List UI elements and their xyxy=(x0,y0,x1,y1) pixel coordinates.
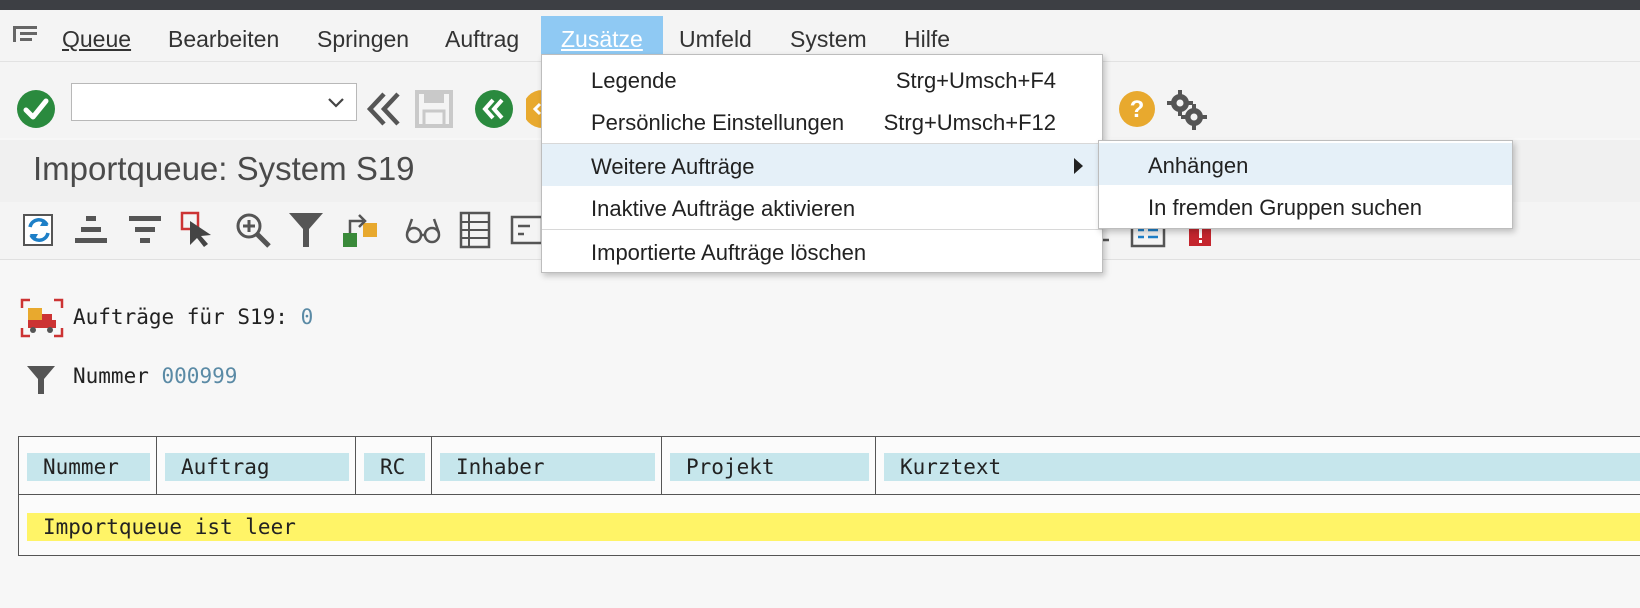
submenu-arrow-icon xyxy=(1074,158,1083,174)
menu-hilfe[interactable]: Hilfe xyxy=(904,26,950,53)
weitere-auftraege-submenu: Anhängen In fremden Gruppen suchen xyxy=(1098,140,1513,229)
menu-item-weitere-auftraege[interactable]: Weitere Aufträge xyxy=(542,144,1102,186)
menu-queue[interactable]: Queue xyxy=(62,26,131,53)
help-icon[interactable]: ? xyxy=(1118,90,1156,128)
menu-list-icon[interactable] xyxy=(12,24,40,46)
column-header-label: Inhaber xyxy=(440,453,655,481)
menu-auftrag[interactable]: Auftrag xyxy=(445,26,519,53)
command-dropdown-icon[interactable] xyxy=(326,92,346,112)
menu-system-label: System xyxy=(790,26,867,52)
menu-item-persoenliche-einstellungen[interactable]: Persönliche Einstellungen Strg+Umsch+F12 xyxy=(542,100,1102,142)
empty-queue-message: Importqueue ist leer xyxy=(27,513,1640,541)
column-header-kurztext[interactable]: Kurztext xyxy=(876,437,1640,495)
requests-label: Aufträge für S19: xyxy=(73,305,288,329)
column-header-label: Auftrag xyxy=(165,453,349,481)
menu-zusaetze-label: Zusätze xyxy=(561,26,643,52)
requests-count-value: 0 xyxy=(300,305,314,329)
refresh-icon[interactable] xyxy=(20,211,58,249)
menu-queue-label: Queue xyxy=(62,26,132,52)
menu-springen[interactable]: Springen xyxy=(317,26,409,53)
column-header-nummer[interactable]: Nummer xyxy=(19,437,157,495)
table-header-row: Nummer Auftrag RC Inhaber Projekt Kurzte… xyxy=(19,437,1640,495)
number-value: 000999 xyxy=(161,364,238,388)
column-header-label: Nummer xyxy=(27,453,150,481)
menu-item-legende[interactable]: Legende Strg+Umsch+F4 xyxy=(542,58,1102,100)
sort-descending-icon[interactable] xyxy=(127,212,163,248)
enter-icon[interactable] xyxy=(16,89,56,129)
zusaetze-menu: Legende Strg+Umsch+F4 Persönliche Einste… xyxy=(541,54,1103,273)
menu-item-importierte-auftraege-loeschen[interactable]: Importierte Aufträge löschen xyxy=(542,230,1102,272)
structure-icon[interactable] xyxy=(510,213,542,247)
menu-umfeld-label: Umfeld xyxy=(679,26,752,52)
menu-bearbeiten-label: Bearbeiten xyxy=(168,26,280,52)
menu-item-shortcut: Strg+Umsch+F12 xyxy=(883,110,1056,135)
transport-icon[interactable] xyxy=(341,211,379,249)
previous-green-icon[interactable] xyxy=(474,89,514,129)
menu-item-label: Legende xyxy=(591,68,677,93)
svg-text:?: ? xyxy=(1130,96,1145,123)
settings-gear-icon[interactable] xyxy=(1166,89,1208,131)
menu-item-inaktive-auftraege-aktivieren[interactable]: Inaktive Aufträge aktivieren xyxy=(542,186,1102,228)
command-input[interactable] xyxy=(76,88,316,116)
menu-bearbeiten[interactable]: Bearbeiten xyxy=(168,26,279,53)
page-title: Importqueue: System S19 xyxy=(33,150,415,187)
column-header-label: Kurztext xyxy=(884,453,1640,481)
column-header-projekt[interactable]: Projekt xyxy=(662,437,876,495)
menu-auftrag-label: Auftrag xyxy=(445,26,520,52)
import-queue-table: Nummer Auftrag RC Inhaber Projekt Kurzte… xyxy=(18,436,1640,556)
column-header-auftrag[interactable]: Auftrag xyxy=(157,437,356,495)
save-icon xyxy=(415,90,453,128)
back-icon[interactable] xyxy=(365,90,403,128)
list-icon[interactable] xyxy=(458,211,492,249)
menu-item-label: Weitere Aufträge xyxy=(591,154,755,179)
column-header-rc[interactable]: RC xyxy=(356,437,432,495)
menu-umfeld[interactable]: Umfeld xyxy=(679,26,752,53)
requests-count-row: Aufträge für S19: 0 xyxy=(73,305,313,329)
window-top-border xyxy=(0,0,1640,10)
number-label: Nummer xyxy=(73,364,149,388)
number-filter-row: Nummer 000999 xyxy=(73,364,237,388)
column-header-label: RC xyxy=(364,453,425,481)
menu-item-anhaengen[interactable]: Anhängen xyxy=(1099,143,1512,185)
sort-ascending-icon[interactable] xyxy=(73,212,109,248)
menu-springen-label: Springen xyxy=(317,26,410,52)
menu-item-label: Persönliche Einstellungen xyxy=(591,110,845,135)
column-header-label: Projekt xyxy=(670,453,869,481)
filter-small-icon xyxy=(27,366,55,394)
command-field[interactable] xyxy=(71,83,357,121)
display-icon[interactable] xyxy=(404,213,442,247)
zoom-icon[interactable] xyxy=(234,211,272,249)
transport-truck-icon xyxy=(20,298,64,338)
column-header-inhaber[interactable]: Inhaber xyxy=(432,437,662,495)
menu-item-label: In fremden Gruppen suchen xyxy=(1148,195,1422,220)
menu-item-label: Anhängen xyxy=(1148,153,1249,178)
menu-item-label: Inaktive Aufträge aktivieren xyxy=(591,196,856,221)
filter-icon[interactable] xyxy=(288,211,324,249)
menu-zusaetze[interactable]: Zusätze xyxy=(541,16,663,56)
orange-nav-icon[interactable] xyxy=(526,89,542,129)
menu-item-label: Importierte Aufträge löschen xyxy=(591,240,867,265)
select-icon[interactable] xyxy=(180,211,218,249)
menu-system[interactable]: System xyxy=(790,26,867,53)
menu-item-in-fremden-gruppen-suchen[interactable]: In fremden Gruppen suchen xyxy=(1099,185,1512,227)
menu-hilfe-label: Hilfe xyxy=(904,26,951,52)
menu-item-shortcut: Strg+Umsch+F4 xyxy=(895,68,1056,93)
